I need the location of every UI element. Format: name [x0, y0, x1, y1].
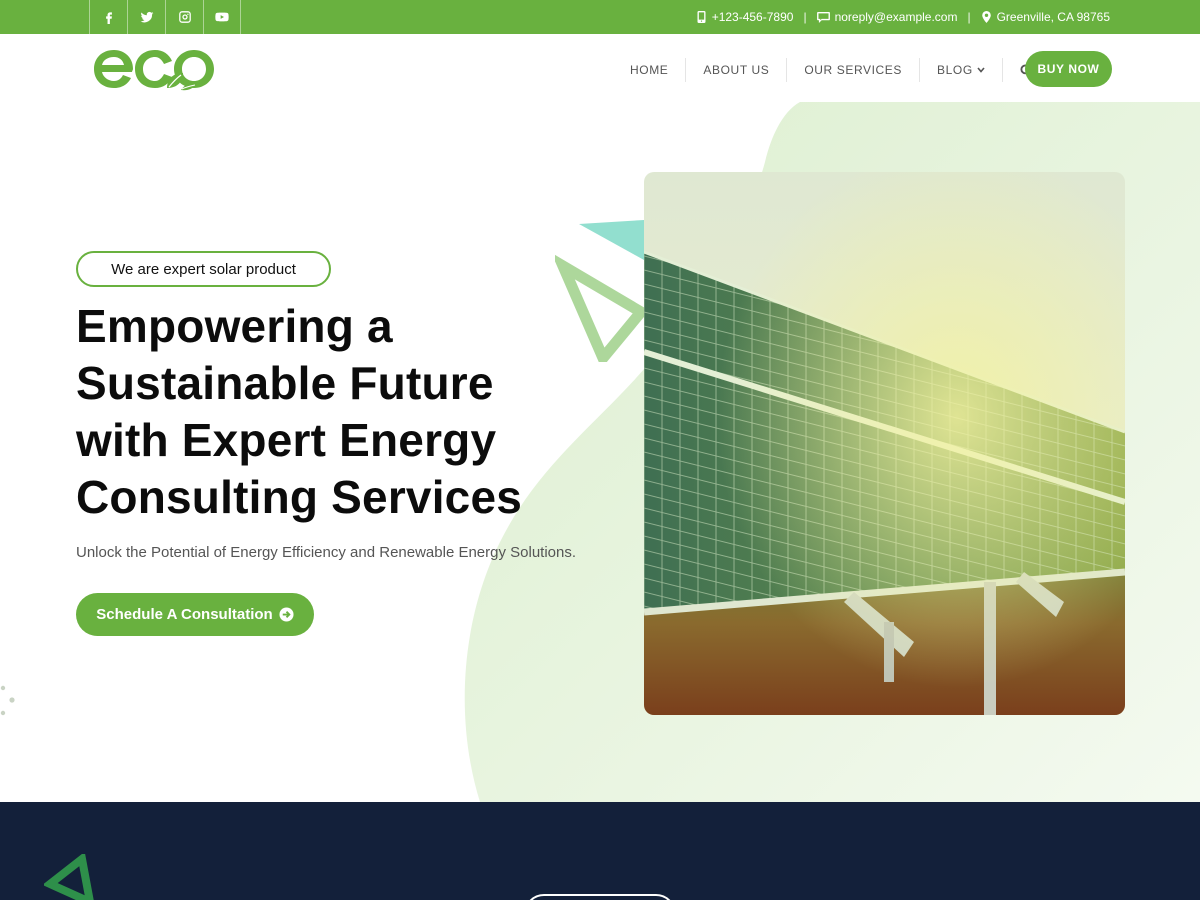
nav-item-our-services[interactable]: OUR SERVICES: [787, 58, 921, 82]
mobile-phone-icon: [697, 11, 706, 23]
cta-label: Schedule A Consultation: [96, 606, 273, 623]
instagram-link[interactable]: [165, 0, 203, 34]
email-address: noreply@example.com: [834, 10, 958, 24]
solar-panel-image: [644, 172, 1125, 715]
buy-now-button[interactable]: BUY NOW: [1025, 51, 1112, 87]
instagram-icon: [178, 11, 191, 23]
twitter-icon: [140, 11, 153, 23]
decorative-triangle: [44, 854, 94, 900]
section-label-pill: [524, 894, 676, 900]
hero-headline: Empowering a Sustainable Future with Exp…: [76, 298, 546, 526]
nav-item-home[interactable]: HOME: [613, 58, 687, 82]
headline-line: Empowering a: [76, 300, 393, 352]
decorative-triangles: [555, 220, 650, 362]
social-links: [89, 0, 241, 34]
contact-separator: |: [967, 10, 971, 24]
eco-logo[interactable]: [93, 46, 217, 92]
phone-number: +123-456-7890: [711, 10, 794, 24]
contact-separator: |: [803, 10, 807, 24]
facebook-link[interactable]: [89, 0, 127, 34]
nav-label: ABOUT US: [703, 63, 770, 77]
location-text: Greenville, CA 98765: [996, 10, 1110, 24]
chat-bubble-icon: [816, 11, 830, 23]
solar-panel-illustration: [644, 172, 1125, 715]
eco-logo-mark: [94, 50, 214, 91]
email-contact[interactable]: noreply@example.com: [816, 10, 958, 24]
contact-info: +123-456-7890 | noreply@example.com | Gr…: [696, 0, 1110, 34]
hero-subtext: Unlock the Potential of Energy Efficienc…: [76, 544, 577, 561]
nav-item-blog[interactable]: BLOG: [920, 58, 1003, 82]
chevron-down-icon: [977, 67, 985, 73]
youtube-link[interactable]: [203, 0, 241, 34]
main-nav: HOME ABOUT US OUR SERVICES BLOG: [613, 58, 1051, 82]
location-contact: Greenville, CA 98765: [981, 10, 1110, 24]
twitter-link[interactable]: [127, 0, 165, 34]
nav-item-about-us[interactable]: ABOUT US: [686, 58, 788, 82]
facebook-icon: [105, 12, 112, 24]
headline-line: Consulting Services: [76, 471, 523, 523]
decorative-dots: [0, 685, 15, 716]
youtube-icon: [215, 12, 229, 22]
map-pin-icon: [981, 11, 991, 23]
site-header: HOME ABOUT US OUR SERVICES BLOG BUY NOW: [0, 34, 1200, 102]
tagline-pill: We are expert solar product: [76, 251, 331, 287]
hero-section: We are expert solar product Empowering a…: [0, 102, 1200, 802]
headline-line: with Expert Energy: [76, 414, 497, 466]
arrow-circle-right-icon: [279, 607, 294, 622]
phone-contact[interactable]: +123-456-7890: [696, 10, 794, 24]
headline-line: Sustainable Future: [76, 357, 494, 409]
nav-label: OUR SERVICES: [804, 63, 903, 77]
nav-label: HOME: [630, 63, 669, 77]
top-bar: +123-456-7890 | noreply@example.com | Gr…: [0, 0, 1200, 34]
schedule-consultation-button[interactable]: Schedule A Consultation: [76, 593, 314, 636]
dark-section: [0, 802, 1200, 900]
nav-label: BLOG: [937, 63, 973, 77]
